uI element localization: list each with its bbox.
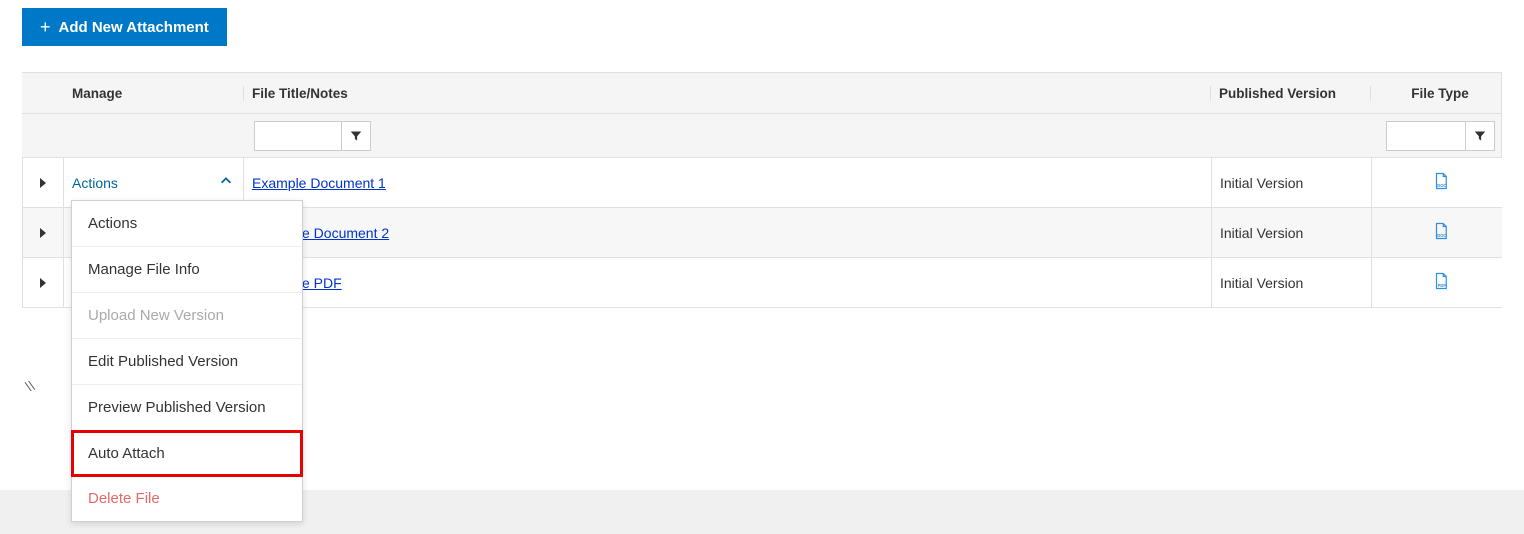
dropdown-auto-attach[interactable]: Auto Attach bbox=[71, 430, 303, 477]
expand-cell bbox=[22, 158, 64, 207]
pdf-file-icon: PDF bbox=[1432, 272, 1450, 293]
add-new-attachment-button[interactable]: + Add New Attachment bbox=[22, 8, 227, 46]
actions-label: Actions bbox=[72, 175, 118, 191]
file-title-link[interactable]: e PDF bbox=[302, 275, 342, 291]
type-cell: DOC bbox=[1372, 208, 1502, 257]
expand-toggle-icon[interactable] bbox=[40, 278, 46, 288]
svg-text:DOC: DOC bbox=[1437, 183, 1446, 188]
title-cell: Example Document 1 bbox=[244, 158, 1212, 207]
table-header: Manage File Title/Notes Published Versio… bbox=[22, 72, 1502, 114]
svg-text:PDF: PDF bbox=[1438, 283, 1447, 288]
add-button-label: Add New Attachment bbox=[59, 19, 209, 36]
filter-icon bbox=[1474, 130, 1486, 142]
type-cell: PDF bbox=[1372, 258, 1502, 307]
filter-icon bbox=[350, 130, 362, 142]
dropdown-upload-new-version: Upload New Version bbox=[72, 293, 302, 339]
file-title-link[interactable]: Example Document 1 bbox=[252, 175, 386, 191]
type-cell: DOC bbox=[1372, 158, 1502, 207]
filter-type-input[interactable] bbox=[1386, 121, 1466, 151]
actions-dropdown-trigger[interactable]: Actions bbox=[72, 174, 243, 191]
file-title-link[interactable]: e Document 2 bbox=[302, 225, 389, 241]
dropdown-delete-file[interactable]: Delete File bbox=[72, 476, 302, 521]
version-cell: Initial Version bbox=[1212, 208, 1372, 257]
header-manage[interactable]: Manage bbox=[64, 86, 244, 101]
filter-type-cell bbox=[1371, 121, 1501, 151]
dropdown-manage-file-info[interactable]: Manage File Info bbox=[72, 247, 302, 293]
filter-title-cell bbox=[244, 121, 1211, 151]
title-cell: e Document 2 bbox=[244, 208, 1212, 257]
chevron-up-icon bbox=[219, 174, 233, 191]
header-manage-label: Manage bbox=[72, 86, 122, 101]
decorative-mark: \\ bbox=[23, 377, 36, 395]
header-version[interactable]: Published Version bbox=[1211, 86, 1371, 101]
dropdown-header: Actions bbox=[72, 201, 302, 247]
expand-toggle-icon[interactable] bbox=[40, 178, 46, 188]
title-cell: e PDF bbox=[244, 258, 1212, 307]
expand-cell bbox=[22, 258, 64, 307]
expand-toggle-icon[interactable] bbox=[40, 228, 46, 238]
doc-file-icon: DOC bbox=[1432, 222, 1450, 243]
filter-row bbox=[22, 114, 1502, 158]
dropdown-edit-published-version[interactable]: Edit Published Version bbox=[72, 339, 302, 385]
filter-type-button[interactable] bbox=[1465, 121, 1495, 151]
doc-file-icon: DOC bbox=[1432, 172, 1450, 193]
header-title[interactable]: File Title/Notes bbox=[244, 86, 1211, 101]
plus-icon: + bbox=[40, 18, 51, 36]
version-text: Initial Version bbox=[1220, 225, 1303, 241]
header-type-label: File Type bbox=[1411, 86, 1469, 101]
version-text: Initial Version bbox=[1220, 275, 1303, 291]
actions-dropdown-menu: Actions Manage File Info Upload New Vers… bbox=[71, 200, 303, 522]
filter-title-button[interactable] bbox=[341, 121, 371, 151]
header-title-label: File Title/Notes bbox=[252, 86, 348, 101]
svg-text:DOC: DOC bbox=[1437, 233, 1446, 238]
version-text: Initial Version bbox=[1220, 175, 1303, 191]
filter-title-input[interactable] bbox=[254, 121, 342, 151]
header-type[interactable]: File Type bbox=[1371, 86, 1501, 101]
version-cell: Initial Version bbox=[1212, 258, 1372, 307]
header-version-label: Published Version bbox=[1219, 86, 1336, 101]
expand-cell bbox=[22, 208, 64, 257]
version-cell: Initial Version bbox=[1212, 158, 1372, 207]
dropdown-preview-published-version[interactable]: Preview Published Version bbox=[72, 385, 302, 431]
